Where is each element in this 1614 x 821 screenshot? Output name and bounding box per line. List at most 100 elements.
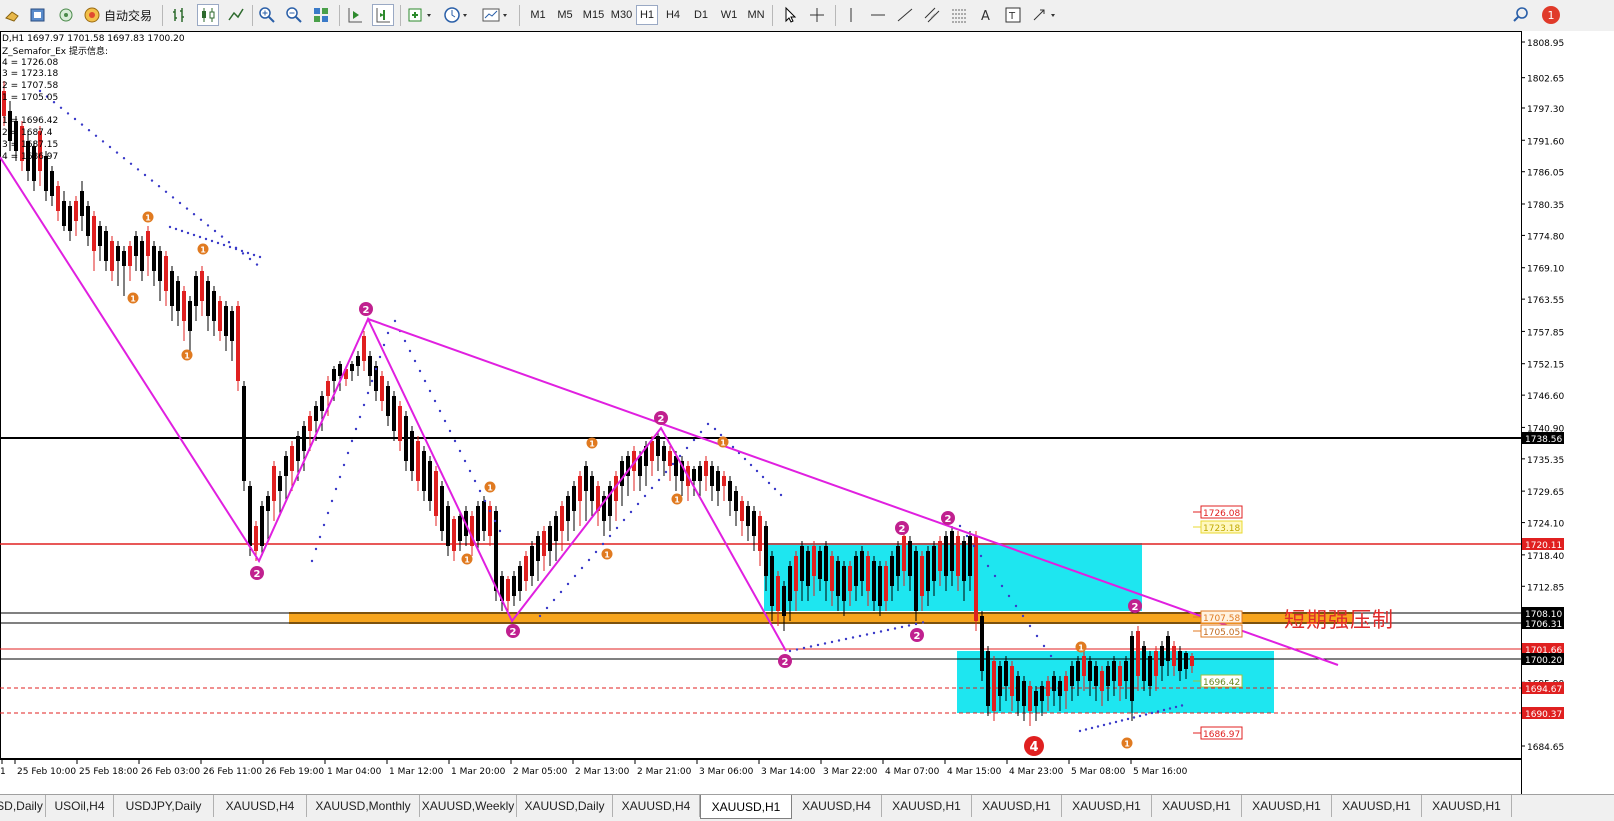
chart-tab[interactable]: XAUUSD,H1 xyxy=(1422,795,1512,817)
time-label: 2 Mar 21:00 xyxy=(637,767,692,777)
vertical-line-icon[interactable] xyxy=(842,4,860,26)
candle-body xyxy=(1028,686,1032,711)
chart-tab[interactable]: XAUUSD,Weekly xyxy=(420,795,517,817)
sar-dot xyxy=(483,499,487,503)
chart-tab[interactable]: XAUUSD,H4 xyxy=(792,795,882,817)
timeframe-m1[interactable]: M1 xyxy=(527,5,549,25)
text-icon[interactable]: A xyxy=(976,4,996,26)
tile-windows-icon[interactable] xyxy=(311,4,331,26)
line-chart-icon[interactable] xyxy=(226,4,246,26)
sar-dot xyxy=(559,590,563,594)
candle-body xyxy=(86,206,90,236)
sar-dot xyxy=(1096,725,1100,728)
notifications-badge[interactable]: 1 xyxy=(1540,4,1562,26)
candle-body xyxy=(1166,636,1170,661)
price-chart[interactable]: 2 2 2 2 2 2 2 2 2 1 1 1 1 1 1 1 1 1 1 1 1 4 1726.08 1723.18 1707… xyxy=(0,31,1614,794)
candle-body xyxy=(770,556,774,606)
bar-chart-icon[interactable] xyxy=(170,4,190,26)
auto-scroll-icon[interactable] xyxy=(345,4,365,26)
timeframe-w1[interactable]: W1 xyxy=(718,5,740,25)
candle-body xyxy=(1016,676,1020,701)
zoom-in-icon[interactable] xyxy=(257,4,277,26)
cursor-icon[interactable] xyxy=(780,4,800,26)
timeframe-h1[interactable]: H1 xyxy=(636,5,658,25)
price-label: 1791.60 xyxy=(1527,137,1564,147)
sar-dot xyxy=(213,229,217,233)
candle-body xyxy=(332,369,336,381)
candle-body xyxy=(968,536,972,576)
timeframe-h4[interactable]: H4 xyxy=(662,5,684,25)
candle-body xyxy=(1004,661,1008,686)
templates-dropdown-icon[interactable] xyxy=(480,4,512,26)
candle-body xyxy=(566,496,570,521)
chart-tab[interactable]: XAUUSD,H1 xyxy=(1152,795,1242,817)
zoom-out-icon[interactable] xyxy=(284,4,304,26)
indicators-dropdown-icon[interactable] xyxy=(406,4,436,26)
timeframe-m5[interactable]: M5 xyxy=(553,5,577,25)
new-chart-icon[interactable] xyxy=(3,4,21,26)
candle-body xyxy=(452,519,456,551)
sar-dot xyxy=(198,235,202,239)
candle-body xyxy=(764,526,768,576)
chart-area[interactable]: 2 2 2 2 2 2 2 2 2 1 1 1 1 1 1 1 1 1 1 1 1 4 1726.08 1723.18 1707… xyxy=(0,31,1614,794)
sar-dot xyxy=(713,427,717,431)
horizontal-line-icon[interactable] xyxy=(868,4,888,26)
candle-body xyxy=(80,191,84,216)
sar-dot xyxy=(174,227,178,231)
timeframe-m15[interactable]: M15 xyxy=(580,5,607,25)
crosshair-icon[interactable] xyxy=(807,4,827,26)
chart-tab[interactable]: XAUUSD,H1 xyxy=(882,795,972,817)
profiles-icon[interactable] xyxy=(28,4,48,26)
sar-dot xyxy=(418,369,422,373)
time-label: 25 Feb 18:00 xyxy=(79,767,138,777)
semafor-1-label: 1 xyxy=(589,440,595,449)
equidistant-channel-icon[interactable] xyxy=(922,4,942,26)
chart-tab[interactable]: USDJPY,Daily xyxy=(114,795,214,817)
candle-body xyxy=(128,246,132,266)
autotrade-button[interactable]: 自动交易 xyxy=(84,4,152,26)
candle-body xyxy=(1058,681,1062,696)
fibonacci-icon[interactable] xyxy=(949,4,969,26)
candle-body xyxy=(1142,646,1146,681)
candlestick-icon[interactable] xyxy=(197,4,219,26)
time-label: 2 Mar 13:00 xyxy=(575,767,630,777)
price-marker: 1706.31 xyxy=(1522,617,1564,630)
candle-body xyxy=(494,511,498,591)
semafor-1-marker: 1 xyxy=(197,243,209,255)
candle-body xyxy=(692,469,696,481)
chart-tab[interactable]: USOil,H4 xyxy=(46,795,114,817)
periods-dropdown-icon[interactable] xyxy=(442,4,472,26)
trendline-icon[interactable] xyxy=(895,4,915,26)
chart-tab[interactable]: XAUUSD,Monthly xyxy=(307,795,420,817)
candle-body xyxy=(812,546,816,576)
sar-dot xyxy=(795,648,799,651)
chart-tab[interactable]: XAUUSD,H1 xyxy=(972,795,1062,817)
chart-tab[interactable]: SD,Daily xyxy=(0,795,46,817)
signal-icon[interactable] xyxy=(56,4,76,26)
timeframe-d1[interactable]: D1 xyxy=(690,5,712,25)
chart-tab[interactable]: XAUUSD,Daily xyxy=(517,795,613,817)
chart-tab[interactable]: XAUUSD,H1 xyxy=(1062,795,1152,817)
arrows-dropdown-icon[interactable] xyxy=(1030,4,1062,26)
sar-dot xyxy=(921,621,925,624)
chart-tab[interactable]: XAUUSD,H4 xyxy=(214,795,307,817)
candle-body xyxy=(140,241,144,271)
timeframe-mn[interactable]: MN xyxy=(744,5,768,25)
chart-tab[interactable]: XAUUSD,H1 xyxy=(1332,795,1422,817)
text-label-icon[interactable]: T xyxy=(1003,4,1023,26)
candle-body xyxy=(1100,671,1104,691)
chart-tab[interactable]: XAUUSD,H4 xyxy=(613,795,700,817)
chart-shift-icon[interactable] xyxy=(372,4,394,26)
semafor-2-marker: 2 xyxy=(250,566,264,580)
chart-tab[interactable]: XAUUSD,H1 xyxy=(700,795,792,819)
candle-body xyxy=(728,481,732,501)
search-icon[interactable] xyxy=(1511,4,1531,26)
time-axis: 1 25 Feb 10:00 25 Feb 18:00 26 Feb 03:00 26 … xyxy=(0,760,1188,777)
timeframe-m30[interactable]: M30 xyxy=(608,5,635,25)
semafor-1-label: 1 xyxy=(200,246,206,255)
semafor-1-marker: 1 xyxy=(586,437,598,449)
chart-tab[interactable]: XAUUSD,H1 xyxy=(1242,795,1332,817)
sar-dot xyxy=(580,566,584,570)
candle-body xyxy=(116,246,120,261)
candle-body xyxy=(890,556,894,586)
